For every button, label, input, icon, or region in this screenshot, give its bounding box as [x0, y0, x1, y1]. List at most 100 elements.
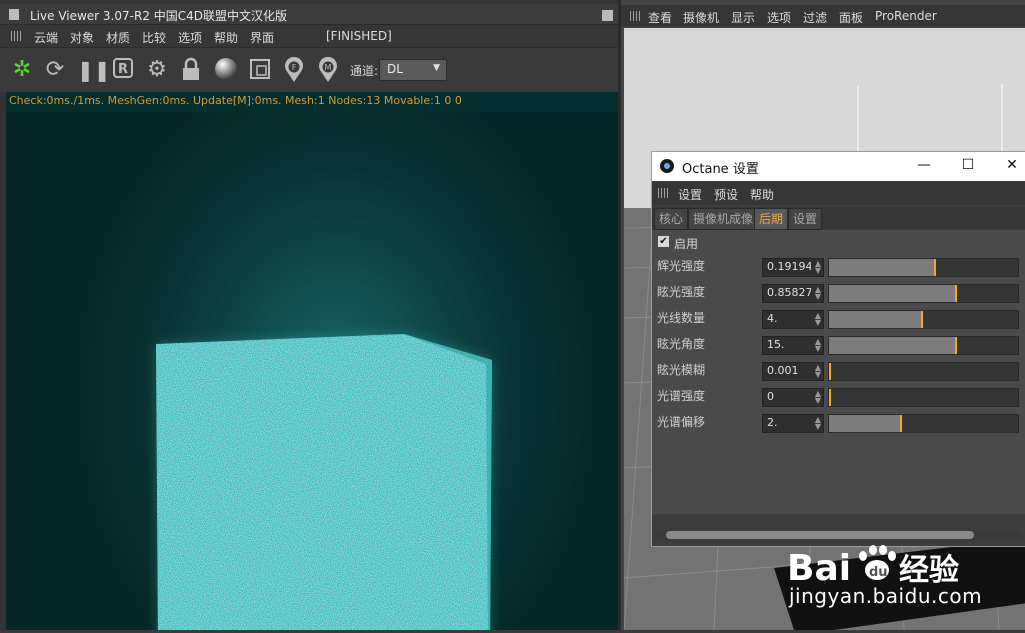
octane-menu-settings[interactable]: 设置 — [678, 186, 702, 203]
tab-settings[interactable]: 设置 — [788, 208, 823, 230]
viewport-menu-panel[interactable]: 面板 — [839, 9, 863, 26]
stepper-arrows-icon[interactable]: ▲ ▼ — [815, 338, 821, 353]
octane-menu-presets[interactable]: 预设 — [714, 186, 738, 203]
octane-settings-window: Octane 设置 — ☐ ✕ 设置 预设 帮助 核心 摄像机成像 后期 设置 … — [651, 151, 1025, 547]
spectral-shift-input[interactable]: 2. ▲ ▼ — [762, 414, 824, 433]
glare-blur-input[interactable]: 0.001 ▲ ▼ — [762, 362, 824, 381]
live-viewer-window: Live Viewer 3.07-R2 中国C4D联盟中文汉化版 云端 对象 材… — [0, 0, 618, 630]
refresh-icon[interactable]: ⟳ — [42, 57, 68, 83]
tab-post[interactable]: 后期 — [754, 208, 789, 230]
svg-text:R: R — [118, 62, 128, 77]
glare-power-input[interactable]: 0.858279▲▼ — [762, 284, 824, 303]
baidu-jingyan-watermark-logo: Bai du 经验 — [785, 540, 1025, 590]
stepper-arrows-icon[interactable]: ▲ ▼ — [815, 416, 821, 431]
menu-grip-icon — [630, 11, 640, 21]
stepper-arrows-icon[interactable]: ▲ ▼ — [815, 390, 821, 405]
octane-settings-title: Octane 设置 — [682, 162, 759, 177]
menu-item-interface[interactable]: 界面 — [250, 29, 274, 46]
glow-power-input[interactable]: 0.191949▲▼ — [762, 258, 824, 277]
lock-icon[interactable] — [178, 57, 204, 83]
cinema4d-logo-icon — [660, 159, 674, 173]
viewport-menu-filter[interactable]: 过滤 — [803, 9, 827, 26]
channel-dropdown[interactable]: DL ▼ — [379, 59, 447, 81]
glare-angle-slider[interactable] — [828, 336, 1019, 355]
window-icon — [9, 9, 19, 20]
svg-text:du: du — [869, 565, 888, 580]
param-label-glare-rays: 光线数量 — [657, 311, 706, 325]
stepper-arrows-icon[interactable]: ▲ ▼ — [815, 286, 821, 301]
focus-picker-icon[interactable]: F — [281, 56, 307, 83]
glare-rays-input[interactable]: 4. ▲ ▼ — [762, 310, 824, 329]
svg-text:F: F — [292, 63, 297, 72]
window-close-icon[interactable] — [602, 10, 613, 21]
post-settings-panel: ✔ 启用 辉光强度 0.191949▲▼ 眩光强度 0.858279▲▼ 光线数… — [652, 230, 1025, 514]
render-image — [156, 334, 492, 630]
render-status: [FINISHED] — [326, 29, 392, 43]
menu-item-cloud[interactable]: 云端 — [34, 29, 58, 46]
channel-value: DL — [387, 62, 403, 76]
close-icon[interactable]: ✕ — [1002, 157, 1022, 173]
baidu-jingyan-url: jingyan.baidu.com — [789, 584, 983, 608]
menu-item-object[interactable]: 对象 — [70, 29, 94, 46]
octane-logo-icon[interactable]: ✲ — [9, 57, 35, 83]
spectral-intensity-input[interactable]: 0 ▲ ▼ — [762, 388, 824, 407]
menu-item-material[interactable]: 材质 — [106, 29, 130, 46]
viewport-menubar: 查看 摄像机 显示 选项 过滤 面板 ProRender — [621, 5, 1025, 27]
stepper-arrows-icon[interactable]: ▲ ▼ — [815, 364, 821, 379]
param-label-glare-angle: 眩光角度 — [657, 337, 706, 351]
glare-blur-slider[interactable] — [828, 362, 1019, 381]
enable-checkbox[interactable]: ✔ — [658, 236, 669, 247]
pause-icon[interactable]: ❚❚ — [77, 57, 111, 83]
slider-handle[interactable] — [955, 337, 957, 354]
viewport-menu-display[interactable]: 显示 — [731, 9, 755, 26]
slider-handle[interactable] — [900, 415, 902, 432]
live-viewer-menubar: 云端 对象 材质 比较 选项 帮助 界面 [FINISHED] — [0, 25, 618, 47]
gear-icon[interactable]: ⚙ — [144, 57, 170, 83]
spectral-intensity-slider[interactable] — [828, 388, 1019, 407]
render-canvas[interactable] — [6, 112, 618, 630]
live-viewer-title: Live Viewer 3.07-R2 中国C4D联盟中文汉化版 — [30, 9, 288, 23]
sphere-icon[interactable] — [213, 57, 239, 83]
render-stats: Check:0ms./1ms. MeshGen:0ms. Update[M]:0… — [9, 94, 462, 107]
param-label-spectral-shift: 光谱偏移 — [657, 415, 706, 429]
enable-label: 启用 — [674, 237, 699, 251]
svg-text:M: M — [325, 63, 332, 72]
slider-handle[interactable] — [829, 363, 831, 380]
glare-power-slider[interactable] — [828, 284, 1019, 303]
render-region-icon[interactable]: R — [110, 57, 136, 83]
param-label-glare-blur: 眩光模糊 — [657, 363, 706, 377]
octane-settings-titlebar[interactable]: Octane 设置 — ☐ ✕ — [652, 152, 1025, 181]
viewport-menu-view[interactable]: 查看 — [648, 9, 672, 26]
menu-item-options[interactable]: 选项 — [178, 29, 202, 46]
material-picker-icon[interactable]: M — [315, 56, 341, 83]
stepper-arrows-icon[interactable]: ▲ ▼ — [815, 260, 821, 275]
slider-handle[interactable] — [829, 389, 831, 406]
minimize-icon[interactable]: — — [914, 157, 934, 173]
slider-handle[interactable] — [921, 311, 923, 328]
viewport-menu-prorender[interactable]: ProRender — [875, 9, 937, 23]
tab-camera-imager[interactable]: 摄像机成像 — [688, 208, 759, 230]
viewport-menu-camera[interactable]: 摄像机 — [683, 9, 719, 26]
glare-rays-slider[interactable] — [828, 310, 1019, 329]
octane-settings-menubar: 设置 预设 帮助 — [652, 182, 1025, 205]
glare-angle-input[interactable]: 15. ▲ ▼ — [762, 336, 824, 355]
spectral-shift-slider[interactable] — [828, 414, 1019, 433]
live-viewer-titlebar: Live Viewer 3.07-R2 中国C4D联盟中文汉化版 — [0, 4, 618, 25]
horizontal-scrollbar[interactable] — [656, 530, 1022, 540]
scrollbar-thumb[interactable] — [666, 531, 974, 539]
param-label-glow-power: 辉光强度 — [657, 259, 706, 273]
glow-power-slider[interactable] — [828, 258, 1019, 277]
slider-handle[interactable] — [934, 259, 936, 276]
channel-label: 通道: — [350, 64, 379, 78]
maximize-icon[interactable]: ☐ — [958, 157, 978, 173]
menu-item-help[interactable]: 帮助 — [214, 29, 238, 46]
frame-icon[interactable] — [247, 57, 273, 83]
octane-menu-help[interactable]: 帮助 — [750, 186, 774, 203]
stepper-arrows-icon[interactable]: ▲ ▼ — [815, 312, 821, 327]
menu-grip-icon — [658, 188, 668, 198]
tab-kernel[interactable]: 核心 — [654, 208, 689, 230]
menu-item-compare[interactable]: 比较 — [142, 29, 166, 46]
octane-settings-tabs: 核心 摄像机成像 后期 设置 — [652, 207, 1025, 230]
viewport-menu-options[interactable]: 选项 — [767, 9, 791, 26]
slider-handle[interactable] — [955, 285, 957, 302]
